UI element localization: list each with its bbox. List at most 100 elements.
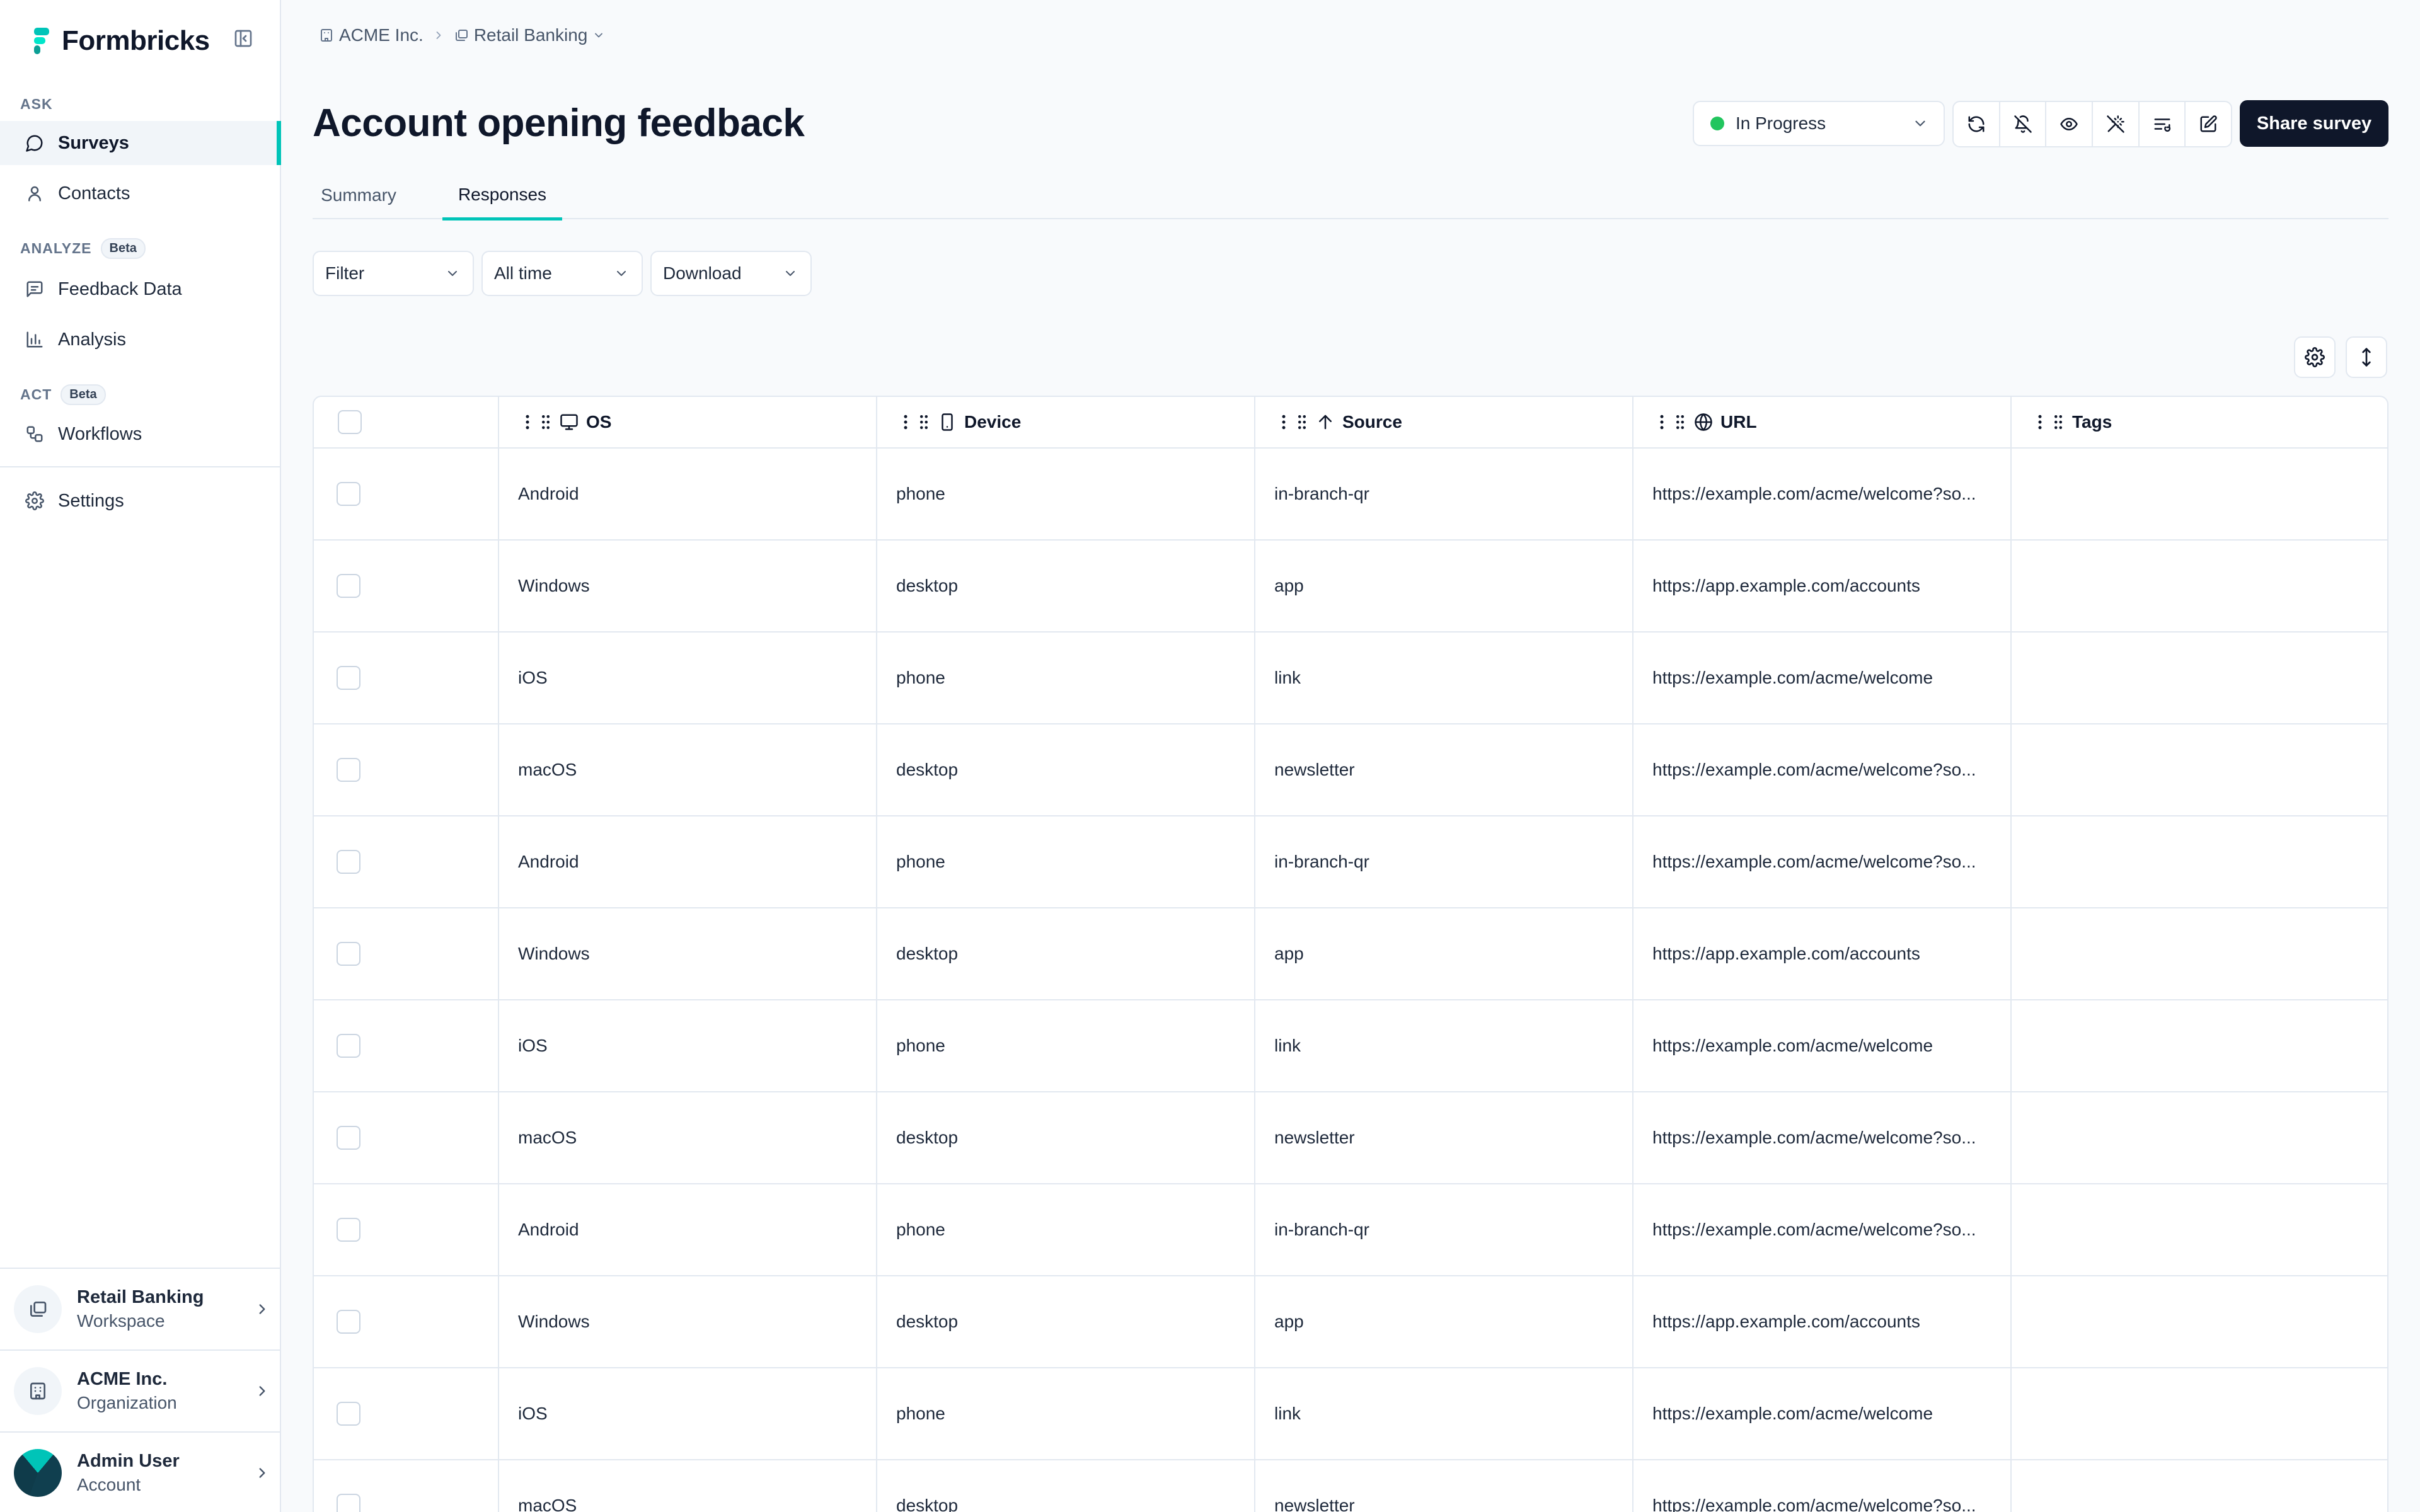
table-row[interactable]: iOS phone link https://example.com/acme/wel…	[314, 1368, 2387, 1460]
sidebar-item-surveys[interactable]: Surveys	[0, 121, 281, 165]
table-settings-button[interactable]	[2294, 336, 2336, 378]
table-row[interactable]: Android phone in-branch-qr https://example.…	[314, 816, 2387, 908]
sidebar-item-feedback-data[interactable]: Feedback Data	[0, 267, 281, 311]
section-label-act: ACT Beta	[20, 384, 106, 405]
row-checkbox[interactable]	[337, 482, 360, 506]
breadcrumb-org-label: ACME Inc.	[339, 25, 424, 45]
message-square-text-icon	[24, 278, 45, 300]
row-select-cell	[314, 1184, 499, 1275]
more-vertical-icon[interactable]	[1657, 413, 1666, 432]
filter-dropdown[interactable]: Filter	[313, 251, 474, 296]
column-header-url[interactable]: URL	[1634, 397, 2012, 447]
refresh-button[interactable]	[1954, 102, 2000, 146]
sidebar-item-workflows[interactable]: Workflows	[0, 412, 281, 456]
table-row[interactable]: Windows desktop app https://app.example.com…	[314, 1276, 2387, 1368]
column-header-source[interactable]: Source	[1255, 397, 1634, 447]
tab-responses[interactable]: Responses	[442, 171, 562, 220]
table-row[interactable]: Android phone in-branch-qr https://example.…	[314, 449, 2387, 541]
row-checkbox[interactable]	[337, 1402, 360, 1426]
more-vertical-icon[interactable]	[901, 413, 910, 432]
survey-status-select[interactable]: In Progress	[1693, 101, 1945, 146]
row-select-cell	[314, 1000, 499, 1091]
drag-handle-icon[interactable]	[1296, 413, 1308, 432]
beta-badge: Beta	[60, 384, 106, 405]
cell-os: macOS	[499, 724, 877, 815]
row-checkbox[interactable]	[337, 758, 360, 782]
workspace-switcher[interactable]: Retail Banking Workspace	[0, 1268, 281, 1349]
sidebar-item-label: Surveys	[58, 132, 129, 153]
row-checkbox[interactable]	[337, 666, 360, 690]
breadcrumb-workspace[interactable]: Retail Banking	[454, 25, 606, 45]
table-row[interactable]: macOS desktop newsletter https://example.co…	[314, 1460, 2387, 1512]
row-checkbox[interactable]	[337, 850, 360, 874]
column-header-label: URL	[1720, 412, 1757, 432]
table-header-row: OS Device Source URL Tags	[314, 397, 2387, 449]
table-row[interactable]: iOS phone link https://example.com/acme/wel…	[314, 1000, 2387, 1092]
chevron-down-icon	[448, 271, 457, 276]
row-select-cell	[314, 1092, 499, 1183]
table-row[interactable]: macOS desktop newsletter https://example.co…	[314, 724, 2387, 816]
more-vertical-icon[interactable]	[2036, 413, 2044, 432]
drag-handle-icon[interactable]	[2052, 413, 2065, 432]
select-all-checkbox[interactable]	[338, 410, 362, 434]
row-checkbox[interactable]	[337, 1034, 360, 1058]
sidebar-item-contacts[interactable]: Contacts	[0, 171, 281, 215]
breadcrumb-org[interactable]: ACME Inc.	[319, 25, 424, 45]
drag-handle-icon[interactable]	[1674, 413, 1686, 432]
table-row[interactable]: Windows desktop app https://app.example.com…	[314, 908, 2387, 1000]
sidebar-item-analysis[interactable]: Analysis	[0, 318, 281, 362]
expand-rows-button[interactable]	[2346, 336, 2387, 378]
column-header-tags[interactable]: Tags	[2012, 397, 2387, 447]
row-checkbox[interactable]	[337, 1218, 360, 1242]
drag-handle-icon[interactable]	[539, 413, 552, 432]
table-row[interactable]: macOS desktop newsletter https://example.co…	[314, 1092, 2387, 1184]
chevron-down-icon	[786, 271, 795, 276]
column-header-label: Tags	[2072, 412, 2112, 432]
cell-url: https://example.com/acme/welcome	[1634, 633, 2012, 723]
row-checkbox[interactable]	[337, 942, 360, 966]
row-checkbox[interactable]	[337, 1126, 360, 1150]
cell-source: in-branch-qr	[1255, 449, 1634, 539]
download-label: Download	[663, 263, 742, 283]
brand[interactable]: Formbricks	[32, 25, 210, 57]
more-vertical-icon[interactable]	[523, 413, 532, 432]
notifications-button[interactable]	[2000, 102, 2047, 146]
preview-button[interactable]	[2046, 102, 2094, 146]
table-row[interactable]: Android phone in-branch-qr https://example.…	[314, 1184, 2387, 1276]
row-checkbox[interactable]	[337, 1310, 360, 1334]
more-vertical-icon[interactable]	[1279, 413, 1288, 432]
tab-summary[interactable]: Summary	[318, 171, 400, 219]
cell-tags	[2012, 1000, 2387, 1091]
responses-table: OS Device Source URL Tags Android phone …	[313, 396, 2388, 1512]
row-checkbox[interactable]	[337, 1494, 360, 1512]
column-header-device[interactable]: Device	[877, 397, 1255, 447]
sidebar-item-settings[interactable]: Settings	[0, 479, 281, 523]
cell-source: newsletter	[1255, 1092, 1634, 1183]
cell-device: desktop	[877, 1092, 1255, 1183]
section-label-text: ANALYZE	[20, 240, 92, 256]
organization-switcher[interactable]: ACME Inc. Organization	[0, 1349, 281, 1431]
cell-url: https://app.example.com/accounts	[1634, 541, 2012, 631]
chevron-right-icon	[243, 1301, 281, 1317]
column-header-label: OS	[586, 412, 612, 432]
collapse-sidebar-button[interactable]	[226, 21, 261, 56]
cell-source: newsletter	[1255, 724, 1634, 815]
ai-button[interactable]	[2093, 102, 2140, 146]
share-survey-button[interactable]: Share survey	[2240, 100, 2388, 147]
sidebar-item-label: Workflows	[58, 423, 142, 444]
column-header-os[interactable]: OS	[499, 397, 877, 447]
drag-handle-icon[interactable]	[918, 413, 930, 432]
filter-list-button[interactable]	[2140, 102, 2186, 146]
account-name: Admin User	[77, 1451, 180, 1471]
column-header-label: Source	[1342, 412, 1402, 432]
cell-device: phone	[877, 1368, 1255, 1459]
edit-survey-button[interactable]	[2186, 102, 2231, 146]
table-row[interactable]: iOS phone link https://example.com/acme/wel…	[314, 633, 2387, 724]
table-row[interactable]: Windows desktop app https://app.example.com…	[314, 541, 2387, 633]
download-dropdown[interactable]: Download	[650, 251, 812, 296]
account-menu[interactable]: Admin User Account	[0, 1431, 281, 1512]
row-checkbox[interactable]	[337, 574, 360, 598]
bell-off-icon	[2014, 115, 2032, 133]
date-range-dropdown[interactable]: All time	[481, 251, 643, 296]
cell-os: Windows	[499, 1276, 877, 1367]
